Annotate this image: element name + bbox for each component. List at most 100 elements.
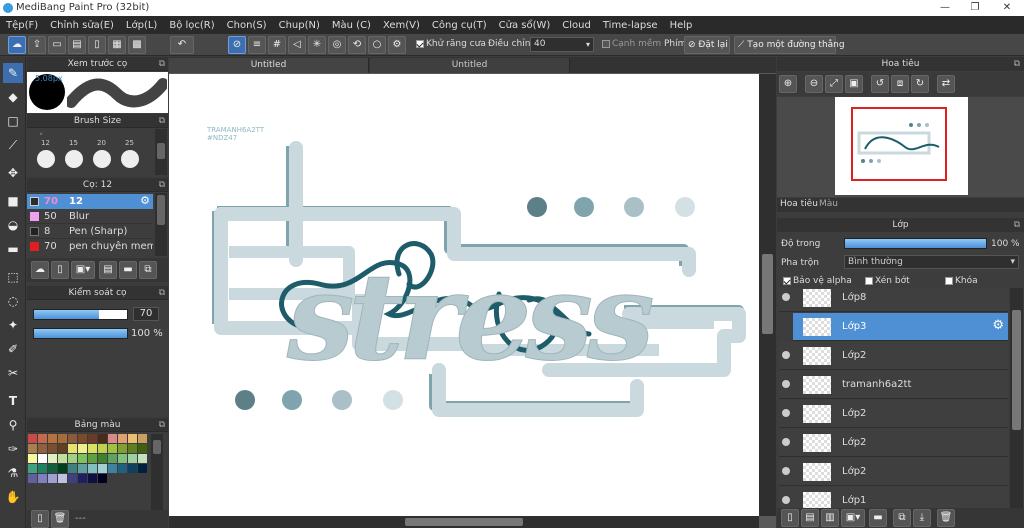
eye-icon[interactable] [782,496,790,504]
brush-settings-button[interactable]: ▤ [99,261,117,279]
palette-swatch[interactable] [88,454,97,463]
soft-edge-checkbox[interactable] [602,39,610,48]
palette-swatch[interactable] [28,444,37,453]
popout-icon[interactable]: ⧉ [159,178,165,192]
palette-swatch[interactable] [58,464,67,473]
eraser-tool-icon[interactable]: ◆ [3,87,23,107]
reset-button[interactable]: ⊘ Đặt lại [684,36,730,54]
layer-row[interactable]: Lớp2 [779,458,1008,486]
palette-swatch[interactable] [38,444,47,453]
menu-cloud[interactable]: Cloud [556,20,597,31]
brush-tool-icon[interactable]: ✎ [3,63,23,83]
layer-opacity-slider[interactable] [844,238,987,249]
scrollbar-thumb[interactable] [157,143,165,159]
circle-snap-icon[interactable]: ◎ [328,36,346,54]
cloud-brush-button[interactable]: ☁ [31,261,49,279]
snap-settings-icon[interactable]: ⚙ [388,36,406,54]
palette-swatch[interactable] [138,464,147,473]
canvas-horizontal-scrollbar[interactable] [169,516,759,528]
size-option-12[interactable] [37,150,55,168]
gear-icon[interactable]: ⚙ [140,194,150,207]
menu-timelapse[interactable]: Time-lapse [597,20,664,31]
maximize-button[interactable]: ❐ [960,1,990,15]
straight-line-button[interactable]: ⟋ Tạo một đường thẳng [734,36,845,54]
palette-swatch[interactable] [88,474,97,483]
palette-swatch[interactable] [108,454,117,463]
brush-size-input[interactable]: 70 [133,307,159,321]
layer-row[interactable]: Lớp2 [779,429,1008,457]
folder-icon[interactable]: ▬ [869,509,887,527]
lock-option[interactable]: Khóa [945,276,978,286]
menu-file[interactable]: Tệp(F) [0,20,44,31]
brush-item[interactable]: 70 pen chuyên meme [27,239,153,254]
palette-swatch[interactable] [118,464,127,473]
scrollbar-thumb[interactable] [153,440,161,454]
delete-color-icon[interactable]: 🗑 [51,510,69,528]
palette-swatch[interactable] [88,434,97,443]
new-brush-button[interactable]: ▯ [51,261,69,279]
duplicate-layer-icon[interactable]: ⧉ [893,509,911,527]
layer-row[interactable]: Lớp2 [779,342,1008,370]
eye-icon[interactable] [782,467,790,475]
vanishing-snap-icon[interactable]: ◁ [288,36,306,54]
brush-folder-button[interactable]: ▬ [119,261,137,279]
page-icon[interactable]: ▯ [88,36,106,54]
layer-list-scrollbar[interactable] [1010,288,1023,508]
popout-icon[interactable]: ⧉ [159,286,165,300]
new-layer-icon[interactable]: ▯ [781,509,799,527]
blend-mode-select[interactable]: Bình thường ▾ [844,255,1019,269]
popout-icon[interactable]: ⧉ [1014,57,1020,71]
lock-checkbox[interactable] [945,276,953,285]
antialias-checkbox[interactable] [416,39,424,48]
palette-swatch[interactable] [108,434,117,443]
select-eraser-tool-icon[interactable]: ✂ [3,363,23,383]
palette-swatch[interactable] [78,474,87,483]
hand-tool-icon[interactable]: ✋ [3,487,23,507]
brush-list-scrollbar[interactable] [155,193,167,256]
menu-color[interactable]: Màu (C) [326,20,377,31]
palette-swatch[interactable] [138,444,147,453]
brush-size-slider[interactable] [33,309,128,320]
eyedropper-tool-icon[interactable]: ✑ [3,439,23,459]
layer-row[interactable]: Lớp8 [779,288,1008,312]
dropper-tool-icon[interactable]: ⚗ [3,463,23,483]
operation-tool-icon[interactable]: ⚲ [3,415,23,435]
eye-icon[interactable] [782,380,790,388]
eye-icon[interactable] [782,293,790,301]
palette-swatch[interactable] [28,474,37,483]
select-pen-tool-icon[interactable]: ✐ [3,339,23,359]
grid-snap-icon[interactable]: # [268,36,286,54]
protect-alpha-option[interactable]: Bảo vệ alpha [783,276,852,286]
palette-swatch[interactable] [48,434,57,443]
soft-edge-option[interactable]: Cạnh mềm [602,39,661,49]
layer-row[interactable]: Lớp1 [779,487,1008,508]
palette-swatch[interactable] [48,474,57,483]
menu-tools[interactable]: Công cụ(T) [426,20,493,31]
size-option-25[interactable] [121,150,139,168]
brush-opacity-slider[interactable] [33,328,128,339]
eye-icon[interactable] [782,438,790,446]
palette-swatch[interactable] [88,464,97,473]
palette-swatch[interactable] [68,454,77,463]
parallel-snap-icon[interactable]: ≡ [248,36,266,54]
palette-swatch[interactable] [58,474,67,483]
minimize-button[interactable]: — [930,1,960,15]
fill-rect-tool-icon[interactable]: ■ [3,191,23,211]
undo-icon[interactable]: ↶ [170,36,194,54]
scrollbar-thumb[interactable] [762,254,773,334]
palette-swatch[interactable] [128,434,137,443]
cloud-brush-icon[interactable]: ☁ [8,36,26,54]
new-8bit-layer-icon[interactable]: ▥ [821,509,839,527]
comic-page-icon[interactable]: ▦ [108,36,126,54]
palette-swatch[interactable] [68,474,77,483]
bucket-tool-icon[interactable]: ◒ [3,215,23,235]
menu-help[interactable]: Help [664,20,699,31]
rotate-left-icon[interactable]: ↺ [871,75,889,93]
flip-icon[interactable]: ⇄ [937,75,955,93]
fit-window-icon[interactable]: ⤢ [825,75,843,93]
palette-swatch[interactable] [118,434,127,443]
brush-item-selected[interactable]: 70 12 ⚙ [27,194,153,209]
popout-icon[interactable]: ⧉ [159,418,165,432]
scrollbar-thumb[interactable] [1012,310,1021,430]
close-button[interactable]: ✕ [992,1,1022,15]
